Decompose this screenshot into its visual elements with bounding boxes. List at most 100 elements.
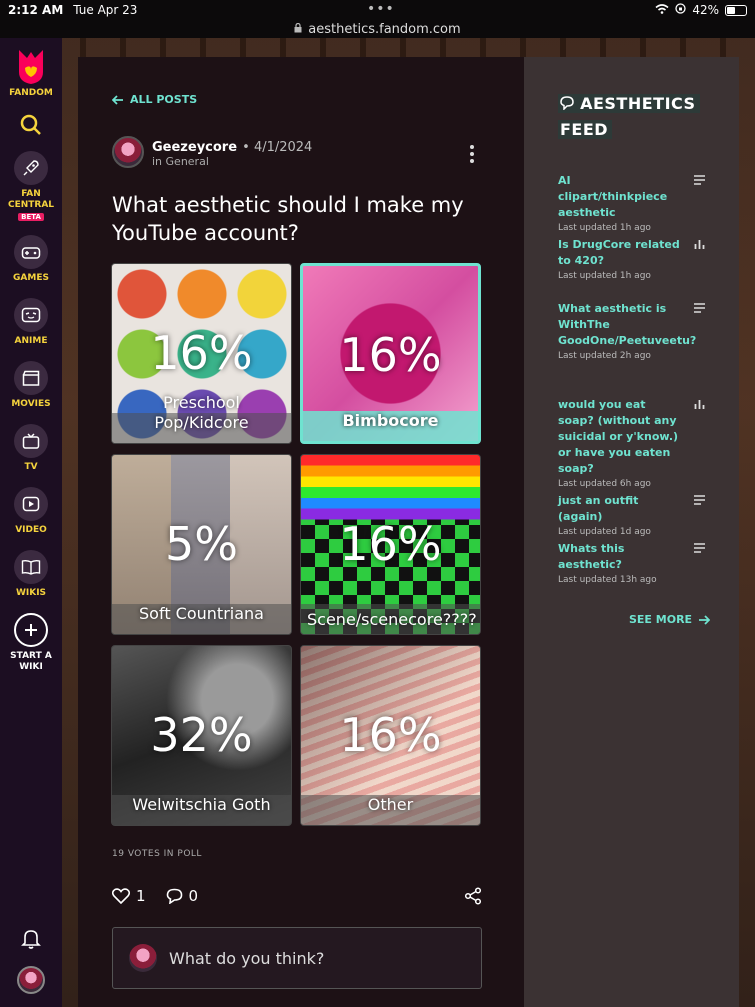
heart-icon (112, 888, 130, 904)
see-more-label: SEE MORE (629, 613, 693, 626)
poll-bars-icon (694, 400, 705, 409)
rail-item-games[interactable]: GAMES (13, 235, 49, 284)
author-name[interactable]: Geezeycore (152, 140, 237, 155)
poll-option-other[interactable]: 16% Other (300, 645, 481, 826)
feed-item-updated: Last updated 13h ago (558, 575, 657, 585)
feed-item-title[interactable]: What aesthetic is WithThe GoodOne/Peetuv… (558, 301, 696, 349)
like-count: 1 (136, 887, 146, 905)
gamepad-icon (13, 235, 48, 269)
comment-bubble-icon (166, 888, 182, 904)
comment-count: 0 (188, 887, 199, 905)
share-icon (464, 887, 482, 905)
address-bar[interactable]: aesthetics.fandom.com (0, 20, 755, 38)
poll-option-label: Welwitschia Goth (132, 795, 271, 814)
rail-search[interactable] (19, 113, 43, 137)
feed-item[interactable]: Is DrugCore related to 420? Last updated… (558, 237, 728, 281)
rail-item-start-wiki[interactable]: START A WIKI (6, 613, 56, 673)
aesthetics-feed: AESTHETICS FEED AI clipart/thinkpiece ae… (524, 57, 739, 1007)
feed-title-line2: FEED (558, 120, 613, 139)
feed-item-title[interactable]: just an outfit (again) (558, 493, 683, 525)
rocket-icon (14, 151, 48, 185)
author-avatar[interactable] (112, 136, 144, 168)
feed-item-title[interactable]: would you eat soap? (without any suicida… (558, 397, 683, 477)
orientation-lock-icon (675, 3, 686, 17)
poll-option-percent: 16% (339, 328, 442, 382)
text-lines-icon (694, 303, 705, 313)
poll-option-scenecore[interactable]: 16% Scene/scenecore???? (300, 454, 481, 635)
all-posts-link[interactable]: ALL POSTS (112, 93, 197, 106)
rail-item-anime[interactable]: ANIME (14, 298, 48, 347)
fandom-brand-label: FANDOM (9, 88, 53, 98)
beta-badge: BETA (18, 213, 44, 221)
rail-item-wikis[interactable]: WIKIS (14, 550, 48, 599)
feed-item-title[interactable]: Is DrugCore related to 420? (558, 237, 683, 269)
comment-input[interactable]: What do you think? (112, 927, 482, 989)
more-options-icon[interactable] (470, 145, 474, 163)
poll-option-percent: 32% (150, 708, 253, 762)
see-more-link[interactable]: SEE MORE (629, 613, 711, 626)
poll-option-soft-countriana[interactable]: 5% Soft Countriana (111, 454, 292, 635)
feed-item[interactable]: What aesthetic is WithThe GoodOne/Peetuv… (558, 301, 728, 361)
poll-option-label: Soft Countriana (139, 604, 264, 623)
poll-bars-icon (694, 240, 705, 249)
poll-option-label: Preschool Pop/Kidcore (154, 393, 249, 432)
share-button[interactable] (464, 887, 482, 909)
comment-bubble-icon (560, 96, 574, 111)
play-icon (14, 487, 48, 521)
like-button[interactable]: 1 (112, 887, 146, 905)
bell-icon (21, 930, 41, 949)
post-title: What aesthetic should I make my YouTube … (112, 193, 464, 245)
battery-percent: 42% (692, 3, 719, 17)
rail-label-wikis: WIKIS (15, 588, 47, 598)
user-avatar-button[interactable] (17, 966, 45, 994)
post-date: 4/1/2024 (253, 140, 313, 155)
rail-label-games: GAMES (13, 273, 49, 283)
rail-label-start-wiki: START A WIKI (10, 651, 52, 672)
poll-option-percent: 16% (150, 326, 253, 380)
feed-item[interactable]: Whats this aesthetic? Last updated 13h a… (558, 541, 728, 585)
url-text: aesthetics.fandom.com (308, 21, 461, 37)
wifi-icon (655, 3, 669, 17)
feed-item[interactable]: would you eat soap? (without any suicida… (558, 397, 728, 489)
rail-item-video[interactable]: VIDEO (14, 487, 48, 536)
feed-item[interactable]: just an outfit (again) Last updated 1d a… (558, 493, 728, 537)
battery-fill (727, 6, 735, 14)
avatar (17, 966, 45, 994)
feed-item-title[interactable]: AI clipart/thinkpiece aesthetic (558, 173, 683, 221)
lock-icon (294, 22, 302, 37)
rail-label-video: VIDEO (15, 525, 47, 535)
comment-button[interactable]: 0 (166, 887, 199, 905)
rail-label-movies: MOVIES (11, 399, 51, 409)
feed-item-updated: Last updated 1h ago (558, 223, 651, 233)
post-author-row: Geezeycore • 4/1/2024 in General (112, 136, 312, 168)
feed-item-updated: Last updated 6h ago (558, 479, 651, 489)
notifications-button[interactable] (21, 928, 41, 954)
feed-title: AESTHETICS FEED (558, 91, 700, 143)
post-category[interactable]: in General (152, 155, 312, 168)
poll-option-percent: 5% (165, 517, 238, 571)
rail-item-fan-central[interactable]: FAN CENTRAL BETA (3, 151, 59, 221)
rail-item-movies[interactable]: MOVIES (11, 361, 51, 410)
feed-item[interactable]: AI clipart/thinkpiece aesthetic Last upd… (558, 173, 728, 233)
rail-item-tv[interactable]: TV (14, 424, 48, 473)
discussion-post: ALL POSTS Geezeycore • 4/1/2024 in Gener… (78, 57, 524, 1007)
poll-option-welwitschia-goth[interactable]: 32% Welwitschia Goth (111, 645, 292, 826)
multitask-dots-icon[interactable]: ••• (367, 1, 395, 17)
poll-vote-count: 19 VOTES IN POLL (112, 849, 202, 859)
status-date: Tue Apr 23 (73, 3, 138, 17)
all-posts-label: ALL POSTS (130, 93, 198, 106)
fandom-logo[interactable]: FANDOM (9, 46, 53, 99)
tv-icon (14, 424, 48, 458)
book-icon (14, 550, 48, 584)
text-lines-icon (694, 495, 705, 505)
feed-item-updated: Last updated 1h ago (558, 271, 651, 281)
poll-option-kidcore[interactable]: 16% Preschool Pop/Kidcore (111, 263, 292, 444)
fandom-sidebar: FANDOM FAN CENTRAL BETA GAMES ANIME MOVI… (0, 38, 62, 1007)
fandom-flame-icon (18, 50, 43, 84)
status-time: 2:12 AM (8, 3, 64, 17)
poll-option-bimbocore[interactable]: 16% Bimbocore (300, 263, 481, 444)
avatar (129, 944, 157, 972)
feed-item-title[interactable]: Whats this aesthetic? (558, 541, 683, 573)
poll-option-percent: 16% (339, 517, 442, 571)
rail-label-fan-central: FAN CENTRAL (7, 189, 55, 210)
